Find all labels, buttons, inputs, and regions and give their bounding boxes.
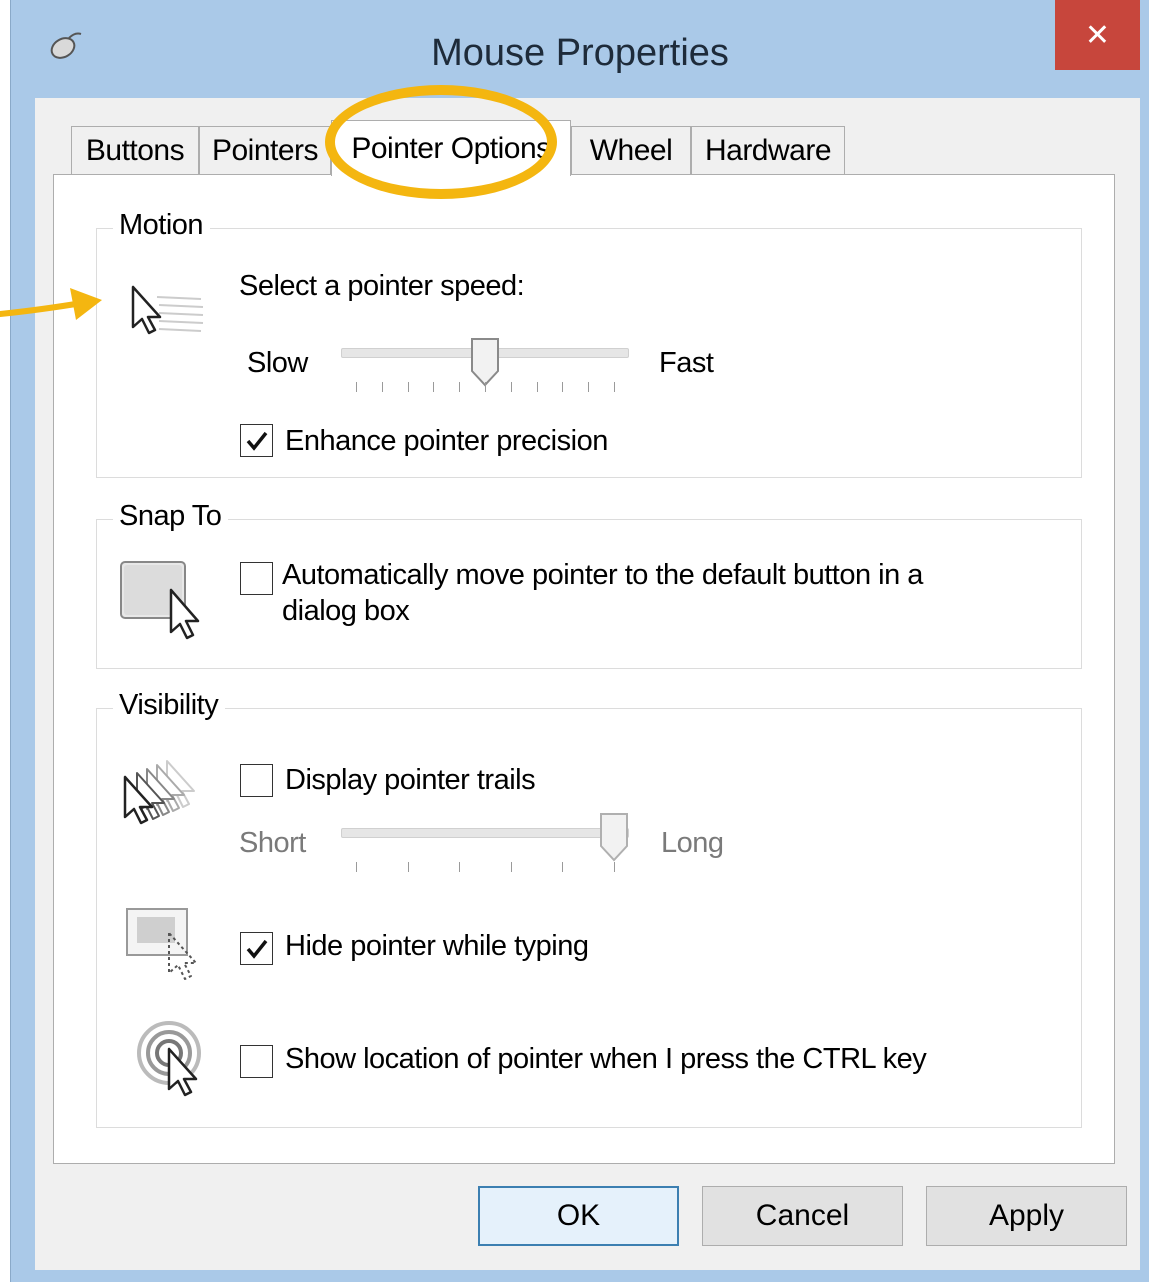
slider-tick [614, 382, 615, 392]
enhance-precision-label[interactable]: Enhance pointer precision [285, 425, 608, 458]
desktop-background [0, 0, 10, 1282]
tab-hardware[interactable]: Hardware [691, 126, 845, 174]
visibility-group: Visibility Display pointer trails Short … [96, 689, 1082, 1128]
window-title: Mouse Properties [431, 32, 729, 74]
mouse-properties-window: Mouse Properties ✕ Buttons Pointers Poin… [10, 0, 1149, 1282]
long-label: Long [661, 827, 724, 859]
checkmark-icon [246, 939, 267, 959]
fast-label: Fast [659, 347, 714, 379]
cancel-label: Cancel [755, 1199, 850, 1232]
tab-label: Pointer Options [351, 131, 551, 165]
slider-thumb[interactable] [470, 337, 500, 387]
pointer-trails-label[interactable]: Display pointer trails [285, 764, 536, 797]
slow-label: Slow [247, 347, 308, 379]
show-location-checkbox[interactable] [240, 1045, 273, 1078]
motion-group-title: Motion [113, 209, 211, 242]
close-button[interactable]: ✕ [1055, 0, 1140, 70]
close-icon: ✕ [1084, 17, 1111, 53]
snap-to-default-button-icon [120, 561, 200, 640]
pointer-speed-icon [131, 285, 204, 335]
tab-pointer-options[interactable]: Pointer Options [331, 120, 571, 176]
snap-to-label-line2[interactable]: dialog box [282, 595, 410, 628]
slider-tick [356, 382, 357, 392]
annotation-arrow-icon [0, 288, 102, 320]
title-bar[interactable]: Mouse Properties ✕ [11, 0, 1149, 98]
snap-to-group-title: Snap To [113, 500, 229, 533]
pointer-options-panel: Motion Select a pointer speed: Slow Fast [53, 174, 1115, 1164]
slider-tick [562, 382, 564, 392]
ok-button[interactable]: OK [478, 1186, 679, 1246]
snap-to-group: Snap To Automatically move pointer to th… [96, 500, 1082, 669]
snap-to-checkbox[interactable] [240, 562, 273, 595]
slider-tick [356, 862, 357, 872]
tab-label: Pointers [211, 133, 319, 167]
slider-tick [459, 862, 461, 872]
tab-pointers[interactable]: Pointers [199, 126, 331, 174]
slider-tick [562, 862, 564, 872]
show-location-label[interactable]: Show location of pointer when I press th… [285, 1043, 927, 1076]
slider-tick [459, 382, 461, 392]
slider-tick [407, 382, 409, 392]
slider-tick [433, 382, 435, 392]
pointer-speed-slider[interactable] [341, 337, 631, 407]
slider-thumb [600, 813, 628, 862]
tab-wheel[interactable]: Wheel [571, 126, 691, 174]
motion-group: Motion Select a pointer speed: Slow Fast [96, 209, 1082, 478]
tab-label: Wheel [589, 133, 673, 167]
tab-buttons[interactable]: Buttons [71, 126, 199, 174]
pointer-trails-slider [341, 812, 631, 882]
slider-track [341, 828, 629, 838]
slider-tick [588, 382, 590, 392]
slider-tick [381, 382, 383, 392]
hide-pointer-label[interactable]: Hide pointer while typing [285, 930, 589, 963]
pointer-trails-icon [123, 760, 195, 825]
slider-tick [510, 382, 512, 392]
slider-tick [536, 382, 538, 392]
slider-tick [407, 862, 409, 872]
short-label: Short [239, 827, 306, 859]
tab-label: Buttons [85, 133, 185, 167]
enhance-precision-checkbox[interactable] [240, 424, 273, 457]
apply-label: Apply [988, 1199, 1065, 1232]
pointer-trails-checkbox[interactable] [240, 764, 273, 797]
slider-tick [614, 862, 615, 872]
apply-button[interactable]: Apply [926, 1186, 1127, 1246]
pointer-speed-prompt: Select a pointer speed: [239, 270, 525, 302]
slider-tick [510, 862, 512, 872]
slider-tick [485, 382, 486, 392]
hide-pointer-checkbox[interactable] [240, 932, 273, 965]
hide-pointer-icon [126, 908, 197, 980]
dialog-body: Buttons Pointers Pointer Options Wheel H… [35, 98, 1140, 1270]
visibility-group-title: Visibility [113, 689, 226, 722]
checkmark-icon [246, 431, 267, 451]
cancel-button[interactable]: Cancel [702, 1186, 903, 1246]
tab-label: Hardware [704, 133, 832, 167]
snap-to-label-line1[interactable]: Automatically move pointer to the defaul… [282, 559, 923, 592]
show-location-icon [137, 1021, 201, 1097]
ok-label: OK [556, 1199, 601, 1232]
